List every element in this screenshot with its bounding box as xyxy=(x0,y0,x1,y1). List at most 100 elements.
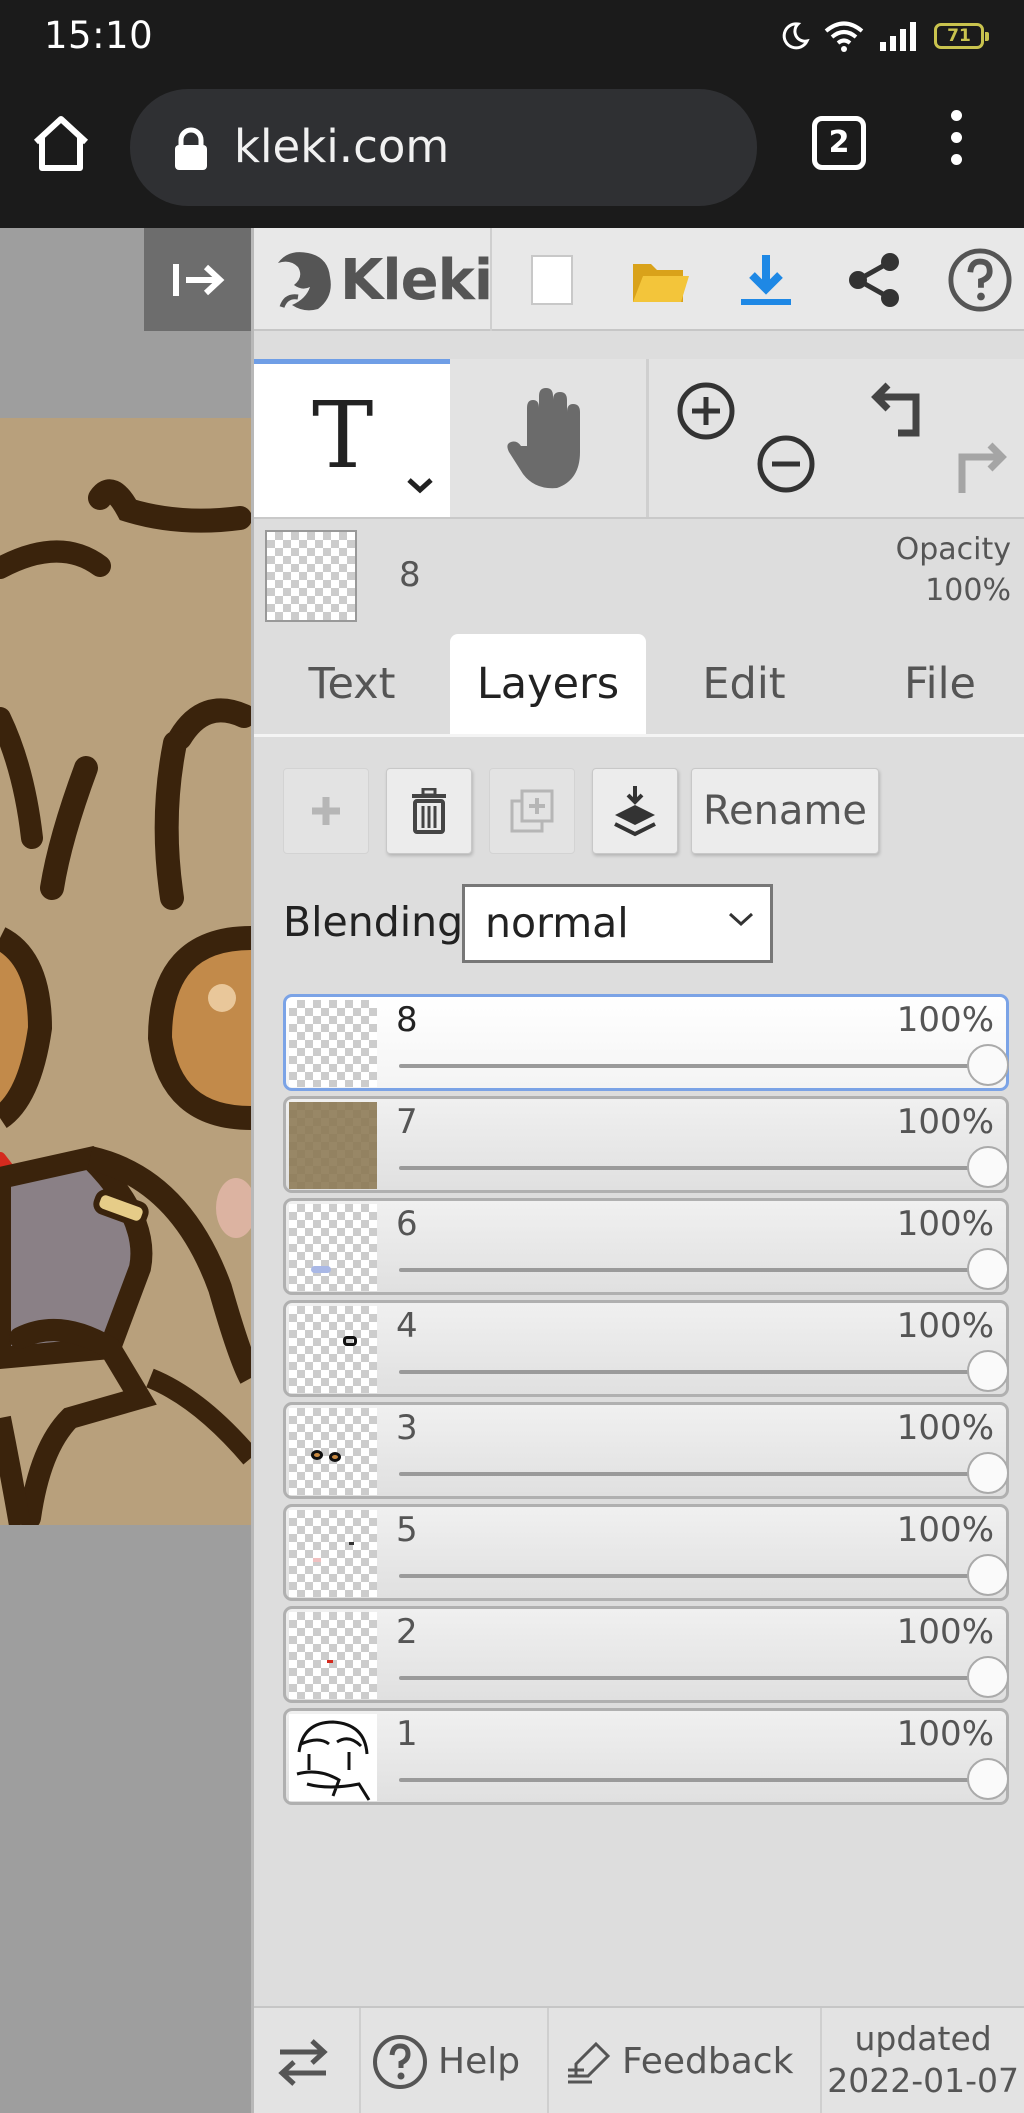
trash-icon xyxy=(412,788,446,834)
layer-opacity: 100% xyxy=(896,1000,994,1040)
app-name: Kleki xyxy=(340,247,493,313)
layer-row[interactable]: 4 100% xyxy=(283,1300,1009,1397)
layer-row[interactable]: 8 100% xyxy=(283,994,1009,1091)
redo-icon[interactable] xyxy=(950,439,1010,499)
layer-thumbnail xyxy=(289,1510,377,1597)
opacity-slider-track[interactable] xyxy=(399,1370,988,1374)
updated-label: updated xyxy=(854,2019,992,2058)
swap-side-button[interactable] xyxy=(276,2008,330,2113)
opacity-slider-track[interactable] xyxy=(399,1574,988,1578)
layer-thumbnail xyxy=(289,1000,377,1087)
layer-row[interactable]: 2 100% xyxy=(283,1606,1009,1703)
zoom-out-icon[interactable] xyxy=(756,434,816,494)
open-file-button[interactable] xyxy=(628,248,692,312)
opacity-slider-handle[interactable] xyxy=(967,1554,1009,1596)
current-layer-row: 8 Opacity 100% xyxy=(254,521,1024,622)
plus-icon xyxy=(312,797,340,825)
help-link[interactable]: Help xyxy=(372,2008,520,2113)
layer-row[interactable]: 1 100% xyxy=(283,1708,1009,1805)
browser-menu-icon[interactable] xyxy=(944,110,968,178)
layer-row[interactable]: 5 100% xyxy=(283,1504,1009,1601)
home-icon[interactable] xyxy=(30,112,92,174)
updated-info[interactable]: updated 2022-01-07 xyxy=(827,2018,1019,2102)
zoom-in-icon[interactable] xyxy=(676,381,736,441)
opacity-slider-track[interactable] xyxy=(399,1676,988,1680)
layer-name: 1 xyxy=(396,1714,418,1754)
hand-icon xyxy=(507,388,580,489)
layer-thumbnail xyxy=(289,1102,377,1189)
tab-file[interactable]: File xyxy=(842,634,1024,734)
layer-name: 5 xyxy=(396,1510,418,1550)
rename-label: Rename xyxy=(702,788,868,834)
browser-toolbar: kleki.com 2 xyxy=(0,72,1024,228)
hand-tool-button[interactable] xyxy=(450,359,646,517)
help-label: Help xyxy=(438,2041,521,2082)
delete-layer-button[interactable] xyxy=(386,768,472,854)
add-layer-button[interactable] xyxy=(283,768,369,854)
tab-text[interactable]: Text xyxy=(254,634,450,734)
opacity-slider-handle[interactable] xyxy=(967,1146,1009,1188)
tab-edit[interactable]: Edit xyxy=(646,634,842,734)
opacity-slider-handle[interactable] xyxy=(967,1656,1009,1698)
layer-thumbnail xyxy=(289,1612,377,1699)
opacity-slider-handle[interactable] xyxy=(967,1452,1009,1494)
chevron-down-icon[interactable] xyxy=(406,476,434,494)
toolbar-divider xyxy=(490,228,492,331)
status-time: 15:10 xyxy=(44,14,154,57)
address-bar[interactable]: kleki.com xyxy=(130,89,757,206)
battery-icon: 71 xyxy=(934,23,989,49)
layer-thumbnail xyxy=(289,1714,377,1801)
layer-name: 2 xyxy=(396,1612,418,1652)
current-layer-thumbnail xyxy=(265,530,357,622)
save-button[interactable] xyxy=(734,248,798,312)
kleki-logo[interactable]: Kleki xyxy=(274,242,493,318)
text-tool-button[interactable]: T xyxy=(254,359,450,517)
new-image-button[interactable] xyxy=(520,248,584,312)
feedback-link[interactable]: Feedback xyxy=(566,2008,793,2113)
layer-thumbnail xyxy=(289,1306,377,1393)
layer-row[interactable]: 6 100% xyxy=(283,1198,1009,1295)
help-icon xyxy=(373,2034,427,2089)
duplicate-icon xyxy=(510,789,554,833)
layer-thumbnail xyxy=(289,1204,377,1291)
opacity-value: 100% xyxy=(925,573,1011,608)
collapse-panel-button[interactable] xyxy=(144,228,251,331)
footer-divider xyxy=(547,2008,549,2113)
layer-row[interactable]: 3 100% xyxy=(283,1402,1009,1499)
help-button[interactable] xyxy=(948,248,1012,312)
signal-icon xyxy=(880,22,916,51)
layer-opacity: 100% xyxy=(896,1612,994,1652)
tab-layers[interactable]: Layers xyxy=(450,634,646,734)
opacity-slider-handle[interactable] xyxy=(967,1044,1009,1086)
drawing-canvas[interactable] xyxy=(0,228,251,2113)
updated-date: 2022-01-07 xyxy=(827,2061,1019,2100)
opacity-slider-track[interactable] xyxy=(399,1268,988,1272)
duplicate-layer-button[interactable] xyxy=(489,768,575,854)
blending-value: normal xyxy=(485,899,629,947)
share-button[interactable] xyxy=(842,248,906,312)
opacity-slider-track[interactable] xyxy=(399,1166,988,1170)
new-file-icon xyxy=(531,255,573,305)
opacity-slider-track[interactable] xyxy=(399,1472,988,1476)
top-toolbar: Kleki xyxy=(254,228,1024,331)
share-icon xyxy=(849,253,899,307)
merge-layer-button[interactable] xyxy=(592,768,678,854)
blending-select[interactable]: normal xyxy=(462,884,773,963)
rename-layer-button[interactable]: Rename xyxy=(691,768,879,854)
opacity-slider-handle[interactable] xyxy=(967,1350,1009,1392)
opacity-slider-track[interactable] xyxy=(399,1064,988,1068)
opacity-slider-handle[interactable] xyxy=(967,1248,1009,1290)
layer-row[interactable]: 7 100% xyxy=(283,1096,1009,1193)
current-layer-name: 8 xyxy=(399,555,421,595)
opacity-slider-track[interactable] xyxy=(399,1778,988,1782)
kleki-logo-icon xyxy=(278,252,331,311)
footer-bar: Help Feedback updated 2022-01-07 xyxy=(254,2006,1024,2113)
undo-icon[interactable] xyxy=(868,379,928,439)
opacity-slider-handle[interactable] xyxy=(967,1758,1009,1800)
feedback-label: Feedback xyxy=(622,2041,794,2082)
feedback-pen-icon xyxy=(568,2041,611,2083)
layer-opacity: 100% xyxy=(896,1714,994,1754)
tab-switcher-button[interactable]: 2 xyxy=(812,116,866,170)
canvas-artwork xyxy=(0,418,251,1525)
tool-row: T xyxy=(254,359,1024,519)
